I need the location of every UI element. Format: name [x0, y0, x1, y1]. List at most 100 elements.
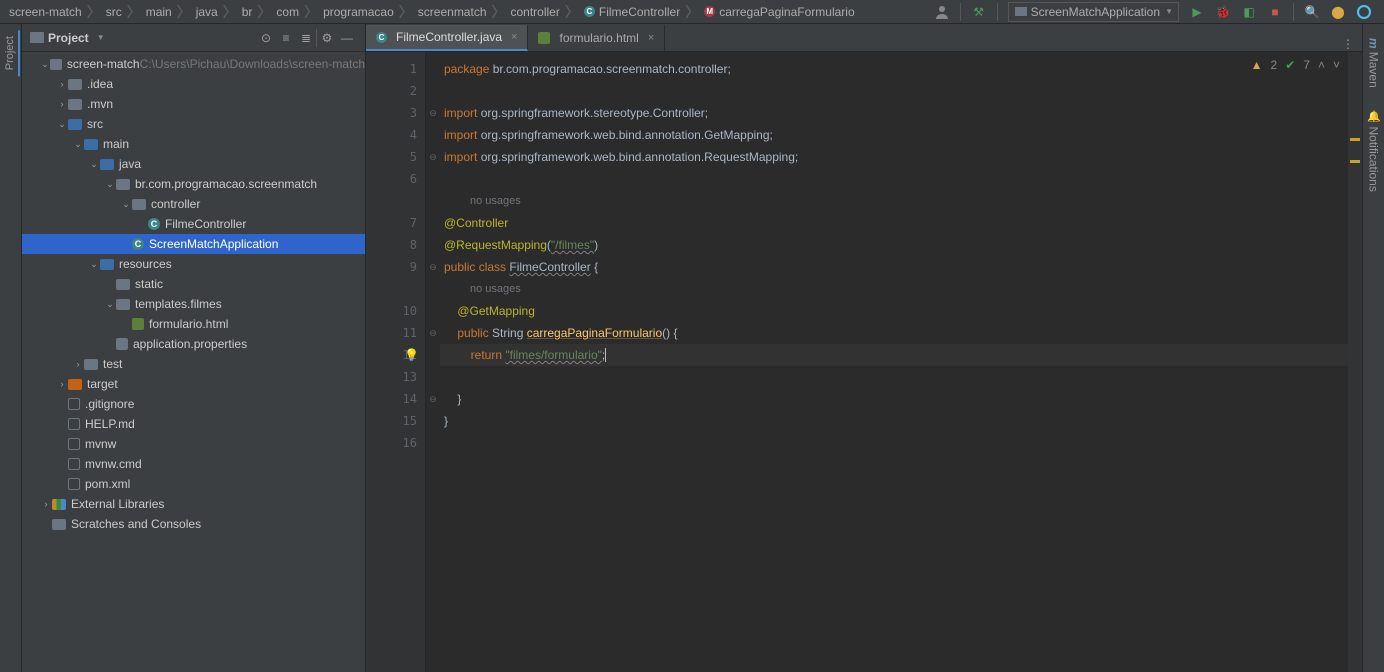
project-view-select[interactable]: Project ▼ — [30, 31, 105, 45]
tree-arrow-icon[interactable]: › — [56, 79, 68, 89]
run-icon[interactable]: ▶ — [1189, 4, 1205, 20]
tree-item[interactable]: ›.mvn — [22, 94, 365, 114]
tree-item[interactable]: ⌄br.com.programacao.screenmatch — [22, 174, 365, 194]
line-number[interactable]: 16 — [366, 432, 425, 454]
code-line[interactable]: @Controller — [440, 212, 1348, 234]
tree-item[interactable]: Scratches and Consoles — [22, 514, 365, 534]
select-file-icon[interactable]: ⊙ — [256, 28, 276, 48]
gear-icon[interactable]: ⚙ — [317, 28, 337, 48]
user-icon[interactable] — [934, 4, 950, 20]
code-line[interactable]: public String carregaPaginaFormulario() … — [440, 322, 1348, 344]
tree-item[interactable]: ⌄java — [22, 154, 365, 174]
fold-toggle[interactable] — [426, 168, 440, 190]
breadcrumb-item[interactable]: src — [101, 5, 127, 19]
tree-item[interactable]: application.properties — [22, 334, 365, 354]
line-number[interactable]: 8 — [366, 234, 425, 256]
code-line[interactable]: import org.springframework.stereotype.Co… — [440, 102, 1348, 124]
line-number[interactable]: 4 — [366, 124, 425, 146]
tree-item[interactable]: ›.idea — [22, 74, 365, 94]
tree-arrow-icon[interactable]: ⌄ — [120, 199, 132, 210]
stop-icon[interactable]: ■ — [1267, 4, 1283, 20]
fold-toggle[interactable] — [426, 410, 440, 432]
notifications-tool-tab[interactable]: 🔔 Notifications — [1365, 104, 1383, 198]
code-line[interactable]: import org.springframework.web.bind.anno… — [440, 146, 1348, 168]
tree-arrow-icon[interactable]: ⌄ — [40, 59, 50, 70]
fold-toggle[interactable]: ⊖ — [426, 102, 440, 124]
tree-item[interactable]: ⌄templates.filmes — [22, 294, 365, 314]
tree-item[interactable]: ⌄controller — [22, 194, 365, 214]
expand-all-icon[interactable]: ≡ — [276, 28, 296, 48]
line-number[interactable] — [366, 190, 425, 212]
maven-tool-tab[interactable]: m Maven — [1365, 32, 1383, 94]
fold-toggle[interactable] — [426, 300, 440, 322]
code-line[interactable]: public class FilmeController { — [440, 256, 1348, 278]
stripe-mark[interactable] — [1350, 138, 1360, 141]
line-number[interactable]: 9 — [366, 256, 425, 278]
line-number[interactable]: 3 — [366, 102, 425, 124]
hammer-build-icon[interactable]: ⚒ — [971, 4, 987, 20]
line-number[interactable]: 13 — [366, 366, 425, 388]
fold-toggle[interactable] — [426, 58, 440, 80]
line-number[interactable]: 14 — [366, 388, 425, 410]
tree-arrow-icon[interactable]: › — [56, 99, 68, 109]
line-number[interactable]: 7 — [366, 212, 425, 234]
code-line[interactable] — [440, 168, 1348, 190]
breadcrumb-item[interactable]: programacao — [318, 5, 399, 19]
tree-arrow-icon[interactable]: ⌄ — [56, 119, 68, 130]
tree-item[interactable]: CFilmeController — [22, 214, 365, 234]
close-tab-icon[interactable]: × — [648, 32, 654, 44]
line-number[interactable]: 6 — [366, 168, 425, 190]
fold-toggle[interactable] — [426, 366, 440, 388]
error-stripe[interactable] — [1348, 52, 1362, 672]
hide-icon[interactable]: — — [337, 28, 357, 48]
breadcrumb-item[interactable]: java — [191, 5, 223, 19]
code-line[interactable]: package br.com.programacao.screenmatch.c… — [440, 58, 1348, 80]
tree-item[interactable]: ⌄screen-match C:\Users\Pichau\Downloads\… — [22, 54, 365, 74]
breadcrumb-item[interactable]: CFilmeController — [579, 5, 685, 19]
debug-icon[interactable]: 🐞 — [1215, 4, 1231, 20]
fold-toggle[interactable] — [426, 190, 440, 212]
breadcrumb-item[interactable]: screenmatch — [413, 5, 492, 19]
breadcrumb-item[interactable]: br — [237, 5, 258, 19]
line-number[interactable]: 12💡 — [366, 344, 425, 366]
fold-toggle[interactable] — [426, 212, 440, 234]
line-number[interactable]: 15 — [366, 410, 425, 432]
fold-toggle[interactable]: ⊖ — [426, 256, 440, 278]
code-line[interactable]: import org.springframework.web.bind.anno… — [440, 124, 1348, 146]
fold-gutter[interactable]: ⊖⊖⊖⊖⊖ — [426, 52, 440, 672]
line-number[interactable] — [366, 278, 425, 300]
code-line[interactable] — [440, 80, 1348, 102]
line-number[interactable]: 1 — [366, 58, 425, 80]
tree-item[interactable]: formulario.html — [22, 314, 365, 334]
fold-toggle[interactable] — [426, 124, 440, 146]
breadcrumb-item[interactable]: screen-match — [4, 5, 87, 19]
project-tool-tab[interactable]: Project — [2, 30, 20, 76]
line-number-gutter[interactable]: 123456789101112💡13141516 — [366, 52, 426, 672]
tree-item[interactable]: static — [22, 274, 365, 294]
line-number[interactable]: 5 — [366, 146, 425, 168]
tree-item[interactable]: mvnw — [22, 434, 365, 454]
code-line[interactable]: } — [440, 410, 1348, 432]
code-line[interactable]: return "filmes/formulario"; — [440, 344, 1348, 366]
line-number[interactable]: 11 — [366, 322, 425, 344]
fold-toggle[interactable]: ⊖ — [426, 388, 440, 410]
tree-item[interactable]: pom.xml — [22, 474, 365, 494]
breadcrumb-item[interactable]: com — [271, 5, 304, 19]
tree-arrow-icon[interactable]: › — [40, 499, 52, 509]
intention-bulb-icon[interactable]: 💡 — [404, 348, 419, 362]
coverage-icon[interactable]: ◧ — [1241, 4, 1257, 20]
tree-arrow-icon[interactable]: › — [56, 379, 68, 389]
updates-icon[interactable]: ⬤ — [1330, 4, 1346, 20]
fold-toggle[interactable]: ⊖ — [426, 322, 440, 344]
breadcrumb-item[interactable]: main — [141, 5, 177, 19]
fold-toggle[interactable] — [426, 344, 440, 366]
code-line[interactable]: @RequestMapping("/filmes") — [440, 234, 1348, 256]
code-editor[interactable]: package br.com.programacao.screenmatch.c… — [440, 52, 1348, 672]
tree-item[interactable]: ›target — [22, 374, 365, 394]
tree-item[interactable]: HELP.md — [22, 414, 365, 434]
run-config-select[interactable]: ScreenMatchApplication — [1008, 2, 1179, 22]
close-tab-icon[interactable]: × — [511, 31, 517, 43]
fold-toggle[interactable] — [426, 278, 440, 300]
line-number[interactable]: 2 — [366, 80, 425, 102]
stripe-mark[interactable] — [1350, 160, 1360, 163]
